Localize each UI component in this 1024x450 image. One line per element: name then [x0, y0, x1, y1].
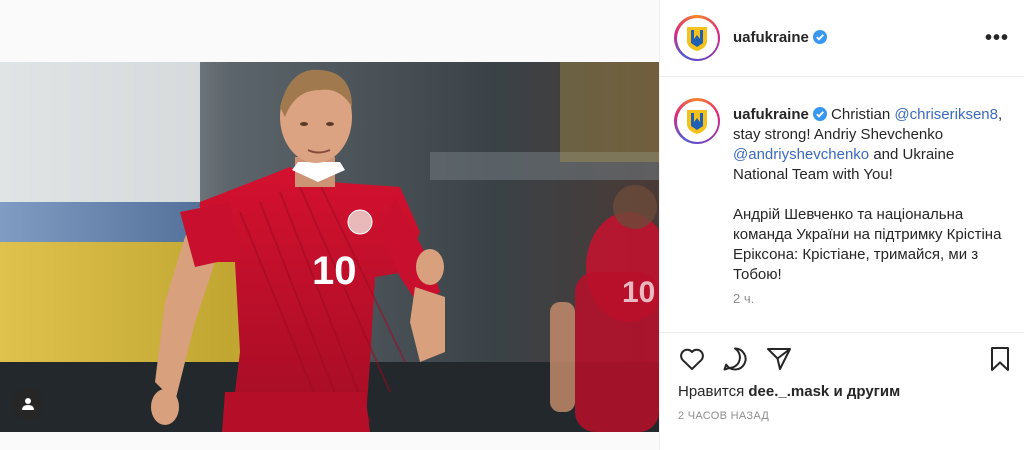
- avatar[interactable]: [674, 15, 720, 61]
- like-button[interactable]: [678, 345, 706, 373]
- likes-prefix: Нравится: [678, 383, 745, 400]
- verified-badge-icon: [812, 30, 827, 44]
- post-timestamp[interactable]: 2 часов назад: [678, 410, 769, 422]
- mention-link-andriyshevchenko[interactable]: @andriyshevchenko: [733, 146, 869, 163]
- caption-avatar-image: [676, 100, 718, 142]
- caption-paragraph-ukrainian: Андрій Шевченко та національна команда У…: [733, 206, 1002, 283]
- action-bar: Нравится dee._.mask и другим 2 часов наз…: [660, 332, 1024, 450]
- caption-text-1: Christian: [831, 106, 891, 123]
- comment-button[interactable]: [721, 345, 749, 373]
- share-button[interactable]: [765, 345, 793, 373]
- post-header: uafukraine •••: [660, 0, 1024, 77]
- verified-badge-icon: [812, 107, 827, 121]
- caption-timestamp[interactable]: 2 ч.: [733, 291, 754, 306]
- bookmark-icon: [991, 347, 1009, 371]
- heart-icon: [680, 348, 704, 370]
- more-options-button[interactable]: •••: [985, 28, 1009, 48]
- post-panel: uafukraine ••• uafukraine Christian @chr…: [659, 0, 1024, 450]
- post-photo-image: 10 10: [0, 62, 659, 432]
- likes-others-link[interactable]: и другим: [833, 383, 900, 400]
- send-icon: [767, 348, 791, 370]
- caption-area: uafukraine Christian @chriseriksen8, sta…: [660, 77, 1024, 332]
- caption-username[interactable]: uafukraine: [733, 106, 809, 123]
- header-username[interactable]: uafukraine: [733, 29, 827, 46]
- bg-player-number: 10: [622, 276, 655, 309]
- user-tag-icon: [22, 398, 34, 410]
- avatar-image: [676, 17, 718, 59]
- save-button[interactable]: [986, 345, 1014, 373]
- uaf-logo-icon: [687, 27, 707, 51]
- header-username-text[interactable]: uafukraine: [733, 29, 809, 46]
- uaf-logo-icon: [687, 110, 707, 134]
- likes-summary: Нравится dee._.mask и другим: [678, 383, 900, 400]
- jersey-number: 10: [312, 249, 357, 293]
- media-column: 10 10: [0, 0, 659, 450]
- likes-user-link[interactable]: dee._.mask: [748, 383, 829, 400]
- post-caption: uafukraine Christian @chriseriksen8, sta…: [733, 105, 1013, 285]
- tagged-users-button[interactable]: [12, 388, 44, 420]
- mention-link-chriseriksen8[interactable]: @chriseriksen8: [894, 106, 998, 123]
- post-photo[interactable]: 10 10: [0, 62, 659, 432]
- caption-avatar[interactable]: [674, 98, 720, 144]
- comment-icon: [723, 347, 747, 371]
